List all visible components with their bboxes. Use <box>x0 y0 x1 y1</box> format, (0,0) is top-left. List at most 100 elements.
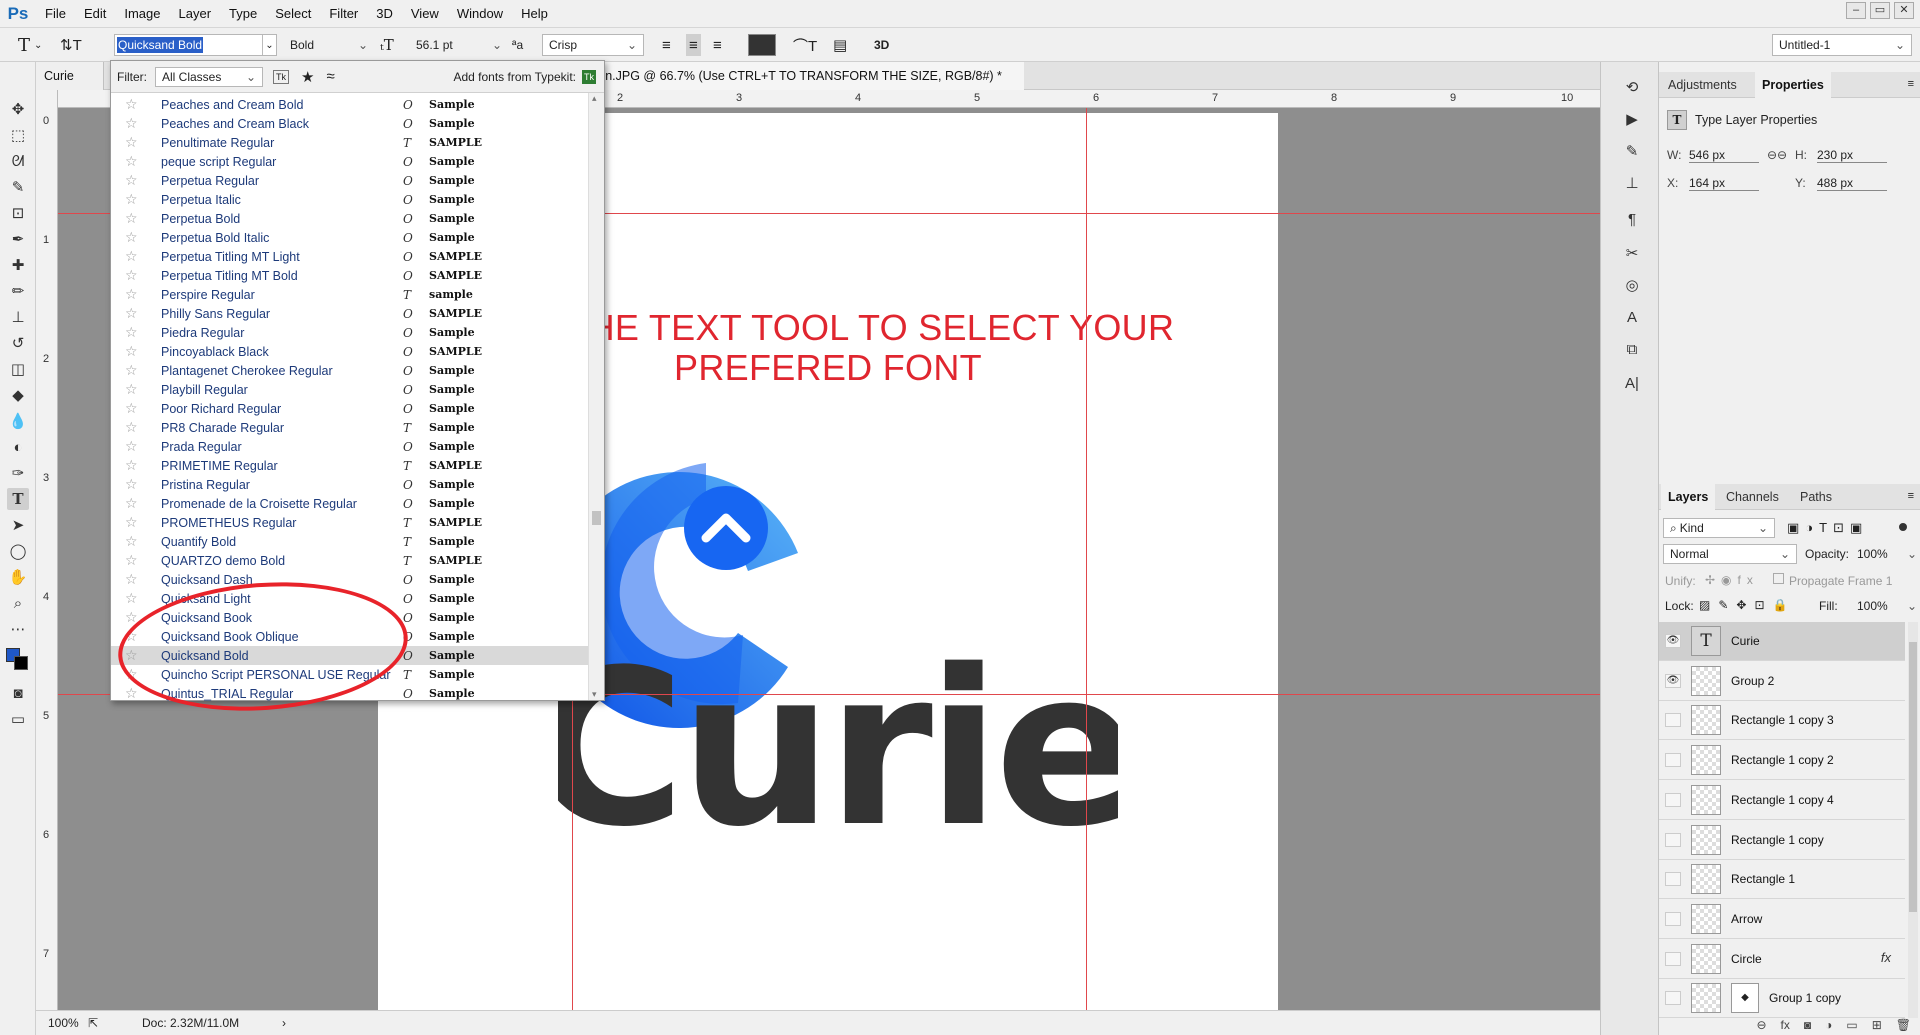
more-tools-icon[interactable]: ⋯ <box>7 618 29 640</box>
paragraph-panel-icon[interactable]: ¶ <box>1621 208 1643 230</box>
visibility-eye-icon[interactable]: 👁 <box>1665 673 1681 688</box>
link-icon[interactable]: ⊖⊖ <box>1767 148 1787 162</box>
crop-tool-icon[interactable]: ⊡ <box>7 202 29 224</box>
character-styles-icon[interactable]: A <box>1621 306 1643 328</box>
align-right-icon[interactable]: ≡ <box>713 34 722 56</box>
layers-menu-icon[interactable]: ≡ <box>1908 490 1914 502</box>
quick-mask-icon[interactable]: ◙ <box>7 682 29 704</box>
font-list-item[interactable]: ☆ peque script Regular O Sample <box>111 152 588 171</box>
menu-3d[interactable]: 3D <box>367 0 402 28</box>
layer-row[interactable]: Rectangle 1 copy 2 <box>1659 741 1905 781</box>
filter-toggle-icon[interactable] <box>1899 523 1907 531</box>
eraser-tool-icon[interactable]: ◫ <box>7 358 29 380</box>
width-value[interactable]: 546 px <box>1689 148 1759 163</box>
layers-scrollbar[interactable] <box>1908 622 1918 1018</box>
libraries-icon[interactable]: ◎ <box>1621 274 1643 296</box>
visibility-eye-icon[interactable] <box>1665 792 1681 807</box>
tab-layers[interactable]: Layers <box>1661 484 1716 510</box>
height-value[interactable]: 230 px <box>1817 148 1887 163</box>
menu-select[interactable]: Select <box>266 0 320 28</box>
zoom-tool-icon[interactable]: ⌕ <box>7 592 29 614</box>
clone-source-icon[interactable]: ⊥ <box>1621 172 1643 194</box>
favorite-star-icon[interactable]: ☆ <box>125 457 138 474</box>
layer-name[interactable]: Rectangle 1 copy 2 <box>1731 753 1834 767</box>
layer-thumbnail[interactable] <box>1691 745 1721 776</box>
glyphs-icon[interactable]: A| <box>1621 372 1643 394</box>
layer-thumbnail[interactable] <box>1691 705 1721 736</box>
menu-image[interactable]: Image <box>115 0 169 28</box>
visibility-eye-icon[interactable] <box>1665 991 1681 1006</box>
font-list-item[interactable]: ☆ PRIMETIME Regular T SAMPLE <box>111 456 588 475</box>
fill-number[interactable]: 100% <box>1857 599 1888 613</box>
font-list-item[interactable]: ☆ Piedra Regular O Sample <box>111 323 588 342</box>
scroll-down-icon[interactable]: ▾ <box>592 689 597 700</box>
layer-row[interactable]: Group 1 copy ◆ <box>1659 979 1905 1018</box>
menu-filter[interactable]: Filter <box>320 0 367 28</box>
font-list-item[interactable]: ☆ Peaches and Cream Bold O Sample <box>111 95 588 114</box>
favorite-star-icon[interactable]: ☆ <box>125 438 138 455</box>
text-color-swatch[interactable] <box>748 34 776 56</box>
layer-row[interactable]: Rectangle 1 copy 4 <box>1659 781 1905 820</box>
close-button[interactable]: ✕ <box>1894 2 1914 19</box>
font-list-item[interactable]: ☆ Perpetua Regular O Sample <box>111 171 588 190</box>
font-family-value[interactable]: Quicksand Bold <box>117 37 204 53</box>
favorite-star-icon[interactable]: ☆ <box>125 381 138 398</box>
quick-select-tool-icon[interactable]: ✎ <box>7 176 29 198</box>
chevron-down-icon[interactable]: ⌄ <box>262 35 276 55</box>
history-panel-icon[interactable]: ⟲ <box>1621 76 1643 98</box>
propagate-checkbox[interactable] <box>1773 573 1784 584</box>
font-list-item[interactable]: ☆ QUARTZO demo Bold T SAMPLE <box>111 551 588 570</box>
paragraph-styles-icon[interactable]: ⧉ <box>1621 338 1643 360</box>
font-list-item[interactable]: ☆ Penultimate Regular T SAMPLE <box>111 133 588 152</box>
layer-thumbnail[interactable] <box>1691 665 1721 696</box>
menu-help[interactable]: Help <box>512 0 557 28</box>
type-tool-icon[interactable]: T ⌄ <box>18 34 42 56</box>
layer-row[interactable]: Rectangle 1 copy <box>1659 821 1905 860</box>
typekit-label[interactable]: Add fonts from Typekit: <box>453 70 576 84</box>
font-list-item[interactable]: ☆ Plantagenet Cherokee Regular O Sample <box>111 361 588 380</box>
layer-thumbnail[interactable] <box>1691 864 1721 895</box>
favorite-star-icon[interactable]: ☆ <box>125 229 138 246</box>
layer-mask-thumbnail[interactable]: ◆ <box>1731 983 1759 1014</box>
visibility-eye-icon[interactable] <box>1665 872 1681 887</box>
menu-layer[interactable]: Layer <box>170 0 221 28</box>
warp-text-icon[interactable]: ⌒T <box>793 34 817 56</box>
favorite-star-icon[interactable]: ☆ <box>125 153 138 170</box>
layer-row[interactable]: Rectangle 1 copy 3 <box>1659 701 1905 741</box>
favorite-star-icon[interactable]: ☆ <box>125 172 138 189</box>
typekit-logo[interactable]: Tk <box>582 69 596 84</box>
font-list-item[interactable]: ☆ Pristina Regular O Sample <box>111 475 588 494</box>
add-mask-icon[interactable]: ◙ <box>1804 1018 1811 1035</box>
favorites-filter-icon[interactable]: ★ <box>301 68 314 86</box>
dodge-tool-icon[interactable]: ◐ <box>7 436 29 458</box>
font-list-item[interactable]: ☆ Quicksand Dash O Sample <box>111 570 588 589</box>
layer-name[interactable]: Rectangle 1 copy <box>1731 833 1824 847</box>
tab-active-document[interactable]: ven.JPG @ 66.7% (Use CTRL+T TO TRANSFORM… <box>584 62 1024 111</box>
clone-stamp-tool-icon[interactable]: ⊥ <box>7 306 29 328</box>
visibility-eye-icon[interactable] <box>1665 911 1681 926</box>
fill-value[interactable]: 100% <box>1857 599 1917 613</box>
new-group-icon[interactable]: ▭ <box>1846 1018 1857 1035</box>
restore-button[interactable]: ▭ <box>1870 2 1890 19</box>
layer-name[interactable]: Group 2 <box>1731 674 1774 688</box>
font-family-field[interactable]: Quicksand Bold ⌄ <box>114 34 277 56</box>
lock-icons[interactable]: ▨✎✥⊡🔒 <box>1699 598 1795 612</box>
menu-file[interactable]: File <box>36 0 75 28</box>
3d-button[interactable]: 3D <box>874 34 889 56</box>
path-select-tool-icon[interactable]: ➤ <box>7 514 29 536</box>
favorite-star-icon[interactable]: ☆ <box>125 495 138 512</box>
toggle-text-orientation-icon[interactable]: ⇅T <box>60 34 82 56</box>
tab-adjustments[interactable]: Adjustments <box>1661 72 1744 98</box>
font-style-dropdown[interactable]: Bold <box>284 34 368 56</box>
character-panel-icon[interactable]: ▤ <box>833 34 847 56</box>
history-brush-tool-icon[interactable]: ↺ <box>7 332 29 354</box>
favorite-star-icon[interactable]: ☆ <box>125 343 138 360</box>
favorite-star-icon[interactable]: ☆ <box>125 552 138 569</box>
menu-view[interactable]: View <box>402 0 448 28</box>
layer-thumbnail[interactable] <box>1691 943 1721 974</box>
favorite-star-icon[interactable]: ☆ <box>125 267 138 284</box>
favorite-star-icon[interactable]: ☆ <box>125 210 138 227</box>
favorite-star-icon[interactable]: ☆ <box>125 286 138 303</box>
favorite-star-icon[interactable]: ☆ <box>125 115 138 132</box>
font-list-item[interactable]: ☆ Perspire Regular Tsample <box>111 285 588 304</box>
